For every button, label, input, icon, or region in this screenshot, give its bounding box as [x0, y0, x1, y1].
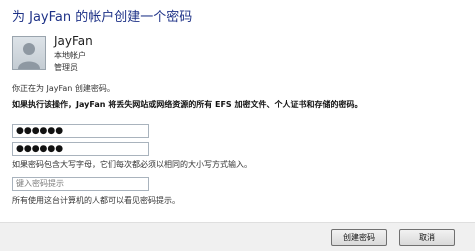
create-password-dialog: 为 JayFan 的帐户创建一个密码 JayFan 本地帐户 管理员 你正在为 … [0, 0, 475, 251]
account-role: 管理员 [54, 63, 78, 72]
user-avatar-icon [12, 36, 46, 70]
efs-warning-message: 如果执行该操作，JayFan 将丢失网站或网络资源的所有 EFS 加密文件、个人… [12, 100, 363, 109]
account-type: 本地帐户 [54, 51, 86, 60]
account-name: JayFan [54, 34, 93, 48]
confirm-password-field[interactable]: ●●●●●● [12, 142, 149, 156]
user-silhouette-icon [18, 43, 40, 69]
cancel-button[interactable]: 取消 [399, 229, 455, 246]
status-message: 你正在为 JayFan 创建密码。 [12, 84, 115, 93]
hint-visibility-note: 所有使用这台计算机的人都可以看见密码提示。 [12, 196, 180, 205]
case-sensitivity-note: 如果密码包含大写字母，它们每次都必须以相同的大小写方式输入。 [12, 160, 252, 169]
create-password-button[interactable]: 创建密码 [331, 229, 387, 246]
dialog-title: 为 JayFan 的帐户创建一个密码 [12, 10, 193, 25]
new-password-field[interactable]: ●●●●●● [12, 124, 149, 138]
password-hint-field[interactable]: 键入密码提示 [12, 177, 149, 191]
